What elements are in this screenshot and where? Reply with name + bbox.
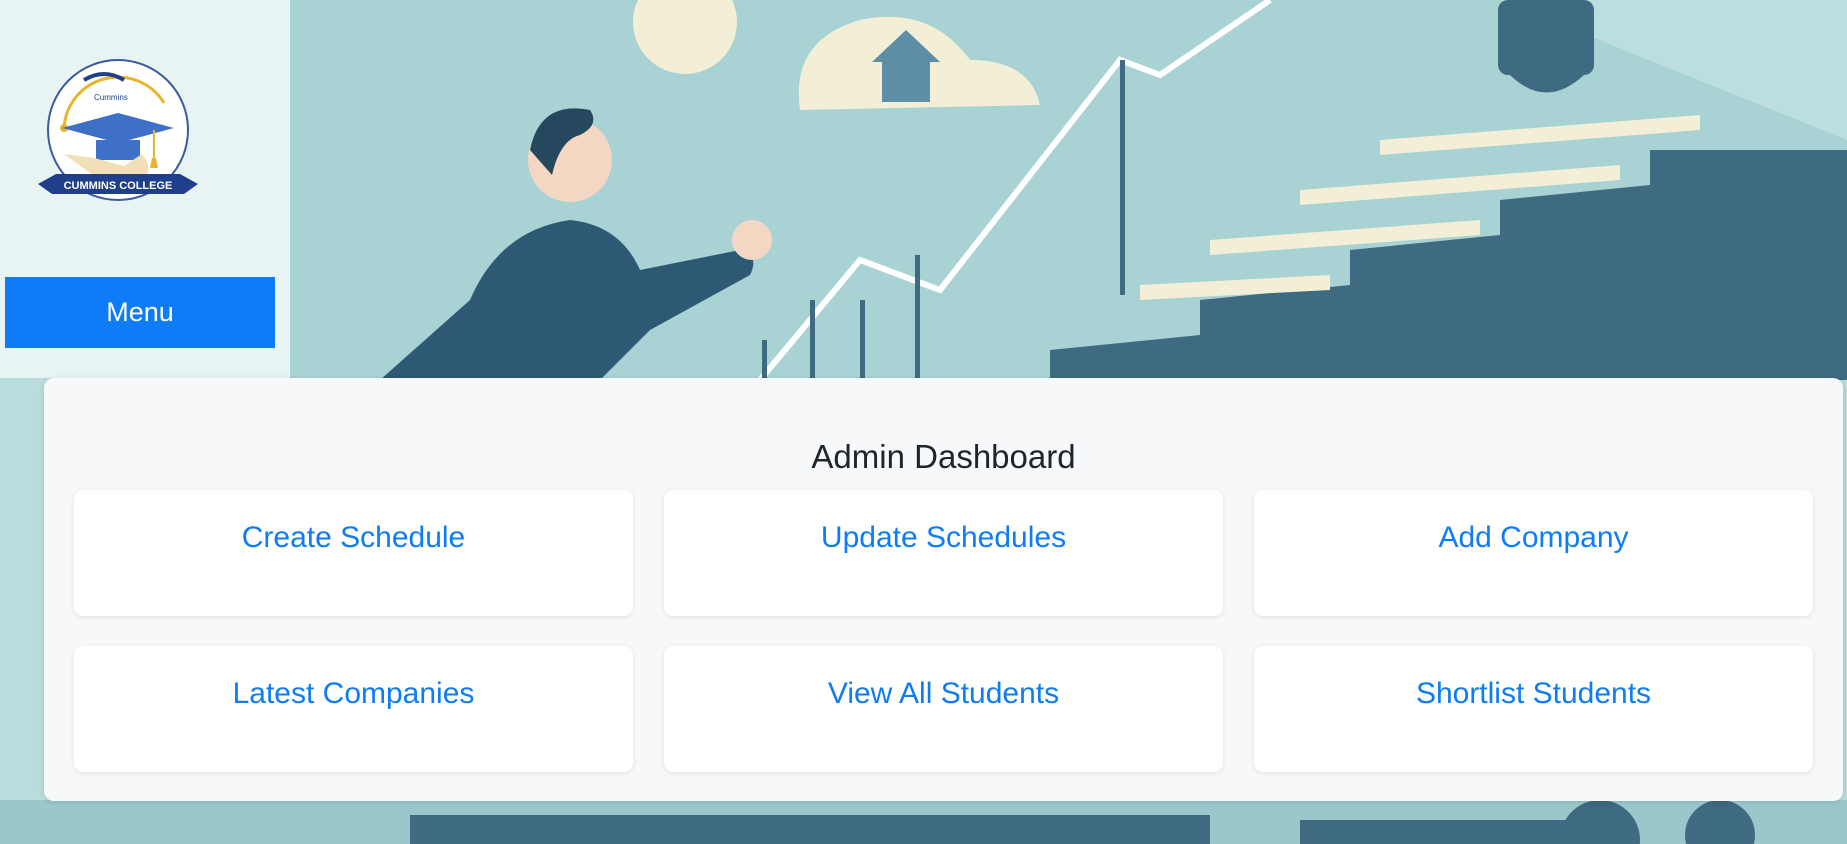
view-all-students-card[interactable]: View All Students (664, 646, 1223, 772)
shortlist-students-card[interactable]: Shortlist Students (1254, 646, 1813, 772)
create-schedule-link[interactable]: Create Schedule (74, 521, 633, 555)
svg-text:CUMMINS COLLEGE: CUMMINS COLLEGE (64, 180, 173, 192)
sidebar: Cummins CUMMINS COLLEGE Menu (0, 0, 290, 378)
add-company-card[interactable]: Add Company (1254, 490, 1813, 616)
view-all-students-link[interactable]: View All Students (664, 677, 1223, 711)
svg-text:Cummins: Cummins (94, 93, 128, 102)
update-schedules-card[interactable]: Update Schedules (664, 490, 1223, 616)
college-logo: Cummins CUMMINS COLLEGE (38, 59, 198, 201)
menu-button[interactable]: Menu (5, 277, 275, 348)
admin-dashboard-panel: Admin Dashboard Create Schedule Update S… (44, 378, 1843, 801)
latest-companies-link[interactable]: Latest Companies (74, 677, 633, 711)
add-company-link[interactable]: Add Company (1254, 521, 1813, 555)
create-schedule-card[interactable]: Create Schedule (74, 490, 633, 616)
shortlist-students-link[interactable]: Shortlist Students (1254, 677, 1813, 711)
page-title: Admin Dashboard (811, 438, 1076, 475)
latest-companies-card[interactable]: Latest Companies (74, 646, 633, 772)
update-schedules-link[interactable]: Update Schedules (664, 521, 1223, 555)
